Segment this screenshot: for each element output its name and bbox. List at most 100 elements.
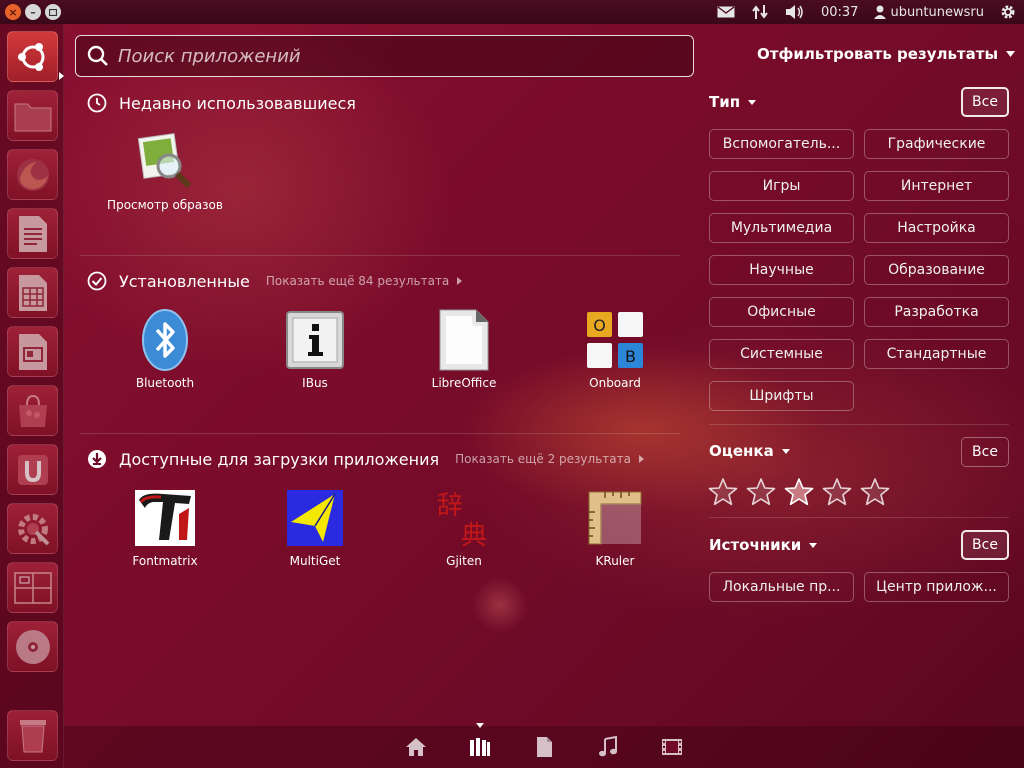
launcher-impress-button[interactable] (7, 326, 58, 377)
app-label: Просмотр образов (107, 198, 223, 212)
home-icon[interactable] (405, 736, 427, 758)
network-icon[interactable] (751, 4, 769, 20)
filter-type-option[interactable]: Офисные (709, 297, 854, 327)
filter-sources-all-button[interactable]: Все (961, 530, 1009, 560)
filter-sources-title: Источники (709, 536, 802, 554)
panel-indicators: 00:37 ubuntunewsru (709, 0, 1024, 24)
filter-results-toggle[interactable]: Отфильтровать результаты (757, 45, 1016, 63)
maximize-window-button[interactable] (45, 4, 61, 20)
clock-icon (87, 93, 107, 113)
lens-active-pip (476, 723, 484, 728)
show-more-available-link[interactable]: Показать ещё 2 результата (455, 452, 644, 466)
filter-divider (709, 424, 1009, 425)
shopping-bag-icon (18, 394, 47, 427)
rating-star-icon[interactable] (822, 477, 852, 507)
section-available-title: Доступные для загрузки приложения (119, 449, 440, 469)
app-tile[interactable]: Fontmatrix (95, 486, 235, 568)
rating-star-icon[interactable] (708, 477, 738, 507)
onboard-key-b: B (625, 347, 636, 366)
launcher-ubuntu-one-button[interactable] (7, 444, 58, 495)
app-tile[interactable]: MultiGet (245, 486, 385, 568)
filter-type-option[interactable]: Образование (864, 255, 1009, 285)
spreadsheet-icon (18, 274, 47, 311)
volume-icon[interactable] (785, 4, 805, 20)
show-more-installed-link[interactable]: Показать ещё 84 результата (266, 274, 463, 288)
trash-icon (19, 719, 46, 752)
filter-divider (709, 517, 1009, 518)
clock[interactable]: 00:37 (821, 5, 858, 20)
app-tile[interactable]: Просмотр образов (95, 130, 235, 212)
filter-type-option[interactable]: Вспомогатель... (709, 129, 854, 159)
app-tile[interactable]: KRuler (545, 486, 685, 568)
launcher-dash-home-button[interactable] (7, 31, 58, 82)
close-window-button[interactable]: × (5, 4, 21, 20)
launcher-firefox-button[interactable] (7, 149, 58, 200)
launcher-system-settings-button[interactable] (7, 503, 58, 554)
user-menu[interactable]: ubuntunewsru (874, 5, 984, 20)
launcher-optical-disc-button[interactable] (7, 621, 58, 672)
filter-type-all-button[interactable]: Все (961, 87, 1009, 117)
image-viewer-icon (133, 130, 197, 194)
section-divider (80, 433, 680, 434)
rating-star-icon[interactable] (860, 477, 890, 507)
launcher-writer-button[interactable] (7, 208, 58, 259)
app-tile[interactable]: LibreOffice (394, 308, 534, 390)
ubuntu-one-icon (17, 454, 48, 485)
filter-type-option[interactable]: Мультимедиа (709, 213, 854, 243)
launcher-trash-button[interactable] (7, 710, 58, 761)
applications-lens-icon[interactable] (469, 736, 491, 758)
section-recent-title: Недавно использовавшиеся (119, 93, 356, 113)
filter-source-option[interactable]: Локальные пр... (709, 572, 854, 602)
filter-source-option[interactable]: Центр прилож... (864, 572, 1009, 602)
fontmatrix-icon (133, 486, 197, 550)
filter-type-option[interactable]: Стандартные (864, 339, 1009, 369)
app-tile[interactable]: 辞 典 Gjiten (394, 486, 534, 568)
filter-sources-toggle[interactable]: Источники (709, 536, 818, 554)
gear-icon[interactable] (1000, 4, 1016, 20)
rating-star-icon[interactable] (746, 477, 776, 507)
show-more-available-label: Показать ещё 2 результата (455, 452, 631, 466)
app-tile[interactable]: Bluetooth (95, 308, 235, 390)
rating-star-icon[interactable] (784, 477, 814, 507)
app-label: IBus (302, 376, 328, 390)
triangle-down-icon (781, 448, 790, 454)
filter-type-toggle[interactable]: Тип (709, 93, 757, 111)
checkmark-circle-icon (87, 271, 107, 291)
launcher-calc-button[interactable] (7, 267, 58, 318)
user-icon (874, 5, 887, 19)
app-tile[interactable]: IBus (245, 308, 385, 390)
filter-rating-toggle[interactable]: Оценка (709, 442, 790, 460)
launcher-software-center-button[interactable] (7, 385, 58, 436)
mail-icon[interactable] (717, 6, 735, 18)
video-lens-icon[interactable] (661, 736, 683, 758)
filter-type-option[interactable]: Интернет (864, 171, 1009, 201)
search-input[interactable] (118, 45, 678, 67)
filter-rating-title: Оценка (709, 442, 774, 460)
triangle-down-icon (1006, 51, 1016, 57)
filter-type-option[interactable]: Настройка (864, 213, 1009, 243)
filter-type-option[interactable]: Системные (709, 339, 854, 369)
filter-type-option[interactable]: Графические (864, 129, 1009, 159)
launcher-workspace-switcher-button[interactable] (7, 562, 58, 613)
filter-rating-all-button[interactable]: Все (961, 437, 1009, 467)
presentation-icon (18, 333, 47, 370)
section-installed-header: Установленные Показать ещё 84 результата (87, 271, 463, 291)
document-icon (18, 215, 47, 252)
app-label: MultiGet (289, 554, 341, 568)
filter-type-option[interactable]: Разработка (864, 297, 1009, 327)
app-tile[interactable]: O B Onboard (545, 308, 685, 390)
launcher-active-pip (59, 72, 64, 80)
triangle-right-icon (457, 277, 463, 285)
search-box[interactable] (75, 35, 694, 77)
ubuntu-logo-icon (17, 42, 44, 71)
music-lens-icon[interactable] (597, 736, 619, 758)
app-label: Fontmatrix (132, 554, 198, 568)
launcher-files-button[interactable] (7, 90, 58, 141)
filter-type-option[interactable]: Игры (709, 171, 854, 201)
filter-type-option[interactable]: Шрифты (709, 381, 854, 411)
minimize-window-button[interactable]: – (25, 4, 41, 20)
files-lens-icon[interactable] (533, 736, 555, 758)
app-label: KRuler (595, 554, 635, 568)
app-label: Bluetooth (135, 376, 195, 390)
filter-type-option[interactable]: Научные (709, 255, 854, 285)
